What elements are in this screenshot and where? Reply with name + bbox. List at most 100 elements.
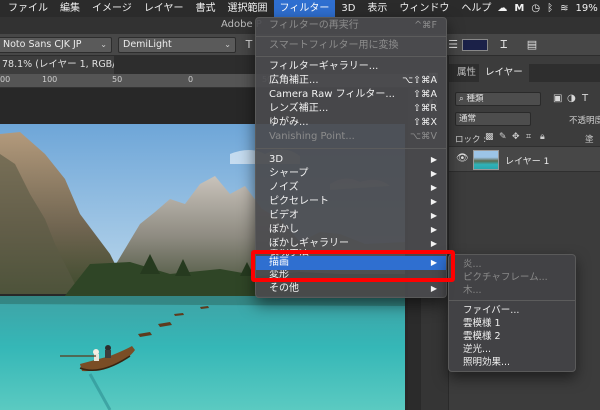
menu-layer[interactable]: レイヤー: [138, 0, 190, 17]
submenu-item-lighting-effects[interactable]: 照明効果...: [449, 356, 575, 369]
menu-item-other[interactable]: その他 ▶: [256, 282, 446, 296]
font-family-value: Noto Sans CJK JP: [3, 39, 82, 50]
submenu-item-tree[interactable]: 木...: [449, 284, 575, 297]
menu-item-blur[interactable]: ぼかし ▶: [256, 223, 446, 237]
menu-item-label: フィルターギャラリー...: [269, 61, 379, 72]
menu-item-label: 3D: [269, 154, 284, 165]
menu-item-video[interactable]: ビデオ ▶: [256, 209, 446, 223]
menu-item-label: ノイズ: [269, 182, 299, 193]
layer-row[interactable]: 👁︎ レイヤー 1: [449, 146, 600, 172]
menu-item-pixelate[interactable]: ピクセレート ▶: [256, 195, 446, 209]
lock-artboard-icon[interactable]: ⌗: [526, 132, 531, 142]
submenu-item-label: 雲模様 2: [463, 331, 501, 342]
menu-item-sharpen[interactable]: シャープ ▶: [256, 167, 446, 181]
lock-paint-icon[interactable]: ✎: [499, 132, 507, 142]
chevron-down-icon: ⌄: [100, 40, 107, 49]
menu-item-label: ぼかし: [269, 224, 299, 235]
menu-separator: [256, 148, 446, 149]
text-color-swatch[interactable]: [462, 39, 488, 51]
menu-item-vanishing-point[interactable]: Vanishing Point... ⌥⌘V: [256, 130, 446, 144]
menu-item-label: Vanishing Point...: [269, 131, 355, 142]
bluetooth-icon[interactable]: ᛒ: [547, 0, 553, 17]
menu-item-label: ゆがみ...: [269, 117, 309, 128]
shortcut-label: ⌥⇧⌘A: [402, 75, 437, 86]
submenu-item-fibers[interactable]: ファイバー...: [449, 304, 575, 317]
menu-item-rerun-filter[interactable]: フィルターの再実行 ^⌘F: [256, 19, 446, 33]
menu-item-noise[interactable]: ノイズ ▶: [256, 181, 446, 195]
filter-image-icon[interactable]: ▣: [553, 93, 562, 104]
blend-mode-value: 通常: [459, 114, 477, 124]
lock-move-icon[interactable]: ✥: [512, 132, 520, 142]
filter-type-icon[interactable]: T: [582, 93, 588, 104]
filter-adjustment-icon[interactable]: ◑: [567, 93, 576, 104]
document-tab-label: 78.1% (レイヤー 1, RGB/8*): [2, 59, 114, 70]
tab-layers[interactable]: レイヤー: [479, 64, 529, 82]
cloud-icon[interactable]: ☁: [497, 0, 507, 17]
submenu-item-label: 炎...: [463, 259, 482, 270]
submenu-item-difference-clouds[interactable]: 雲模様 2: [449, 330, 575, 343]
submenu-arrow-icon: ▶: [430, 197, 437, 206]
submenu-item-label: 照明効果...: [463, 357, 511, 368]
submenu-item-lens-flare[interactable]: 逆光...: [449, 343, 575, 356]
menu-edit[interactable]: 編集: [54, 0, 86, 17]
submenu-arrow-icon: ▶: [430, 211, 437, 220]
menu-image[interactable]: イメージ: [86, 0, 138, 17]
menu-item-liquify[interactable]: ゆがみ... ⇧⌘X: [256, 116, 446, 130]
tab-properties[interactable]: 属性: [451, 64, 482, 82]
ruler-tick: 00: [0, 75, 11, 84]
menu-item-3d[interactable]: 3D ▶: [256, 153, 446, 167]
menu-separator: [256, 36, 446, 37]
submenu-item-flame[interactable]: 炎...: [449, 258, 575, 271]
shortcut-label: ⇧⌘A: [413, 89, 437, 100]
menu-file[interactable]: ファイル: [0, 0, 54, 17]
font-style-value: DemiLight: [123, 39, 172, 50]
menu-view[interactable]: 表示: [361, 0, 393, 17]
layer-thumbnail: [473, 150, 499, 170]
submenu-item-picture-frame[interactable]: ピクチャフレーム...: [449, 271, 575, 284]
submenu-item-clouds[interactable]: 雲模様 1: [449, 317, 575, 330]
submenu-item-label: 雲模様 1: [463, 318, 501, 329]
menu-help[interactable]: ヘルプ: [455, 0, 497, 17]
menu-type[interactable]: 書式: [190, 0, 222, 17]
font-style-select[interactable]: DemiLight ⌄: [118, 37, 236, 53]
shortcut-label: ^⌘F: [414, 20, 437, 31]
submenu-arrow-icon: ▶: [430, 225, 437, 234]
wifi-icon[interactable]: ≋: [560, 0, 568, 17]
submenu-arrow-icon: ▶: [430, 155, 437, 164]
shortcut-label: ⇧⌘X: [413, 117, 437, 128]
warp-text-icon[interactable]: Ꮖ: [497, 38, 511, 52]
lock-transparent-icon[interactable]: ▩: [485, 132, 494, 142]
m-logo-icon[interactable]: M: [514, 0, 524, 17]
clock-icon[interactable]: ◷: [531, 0, 540, 17]
lock-label: ロック :: [455, 135, 487, 145]
character-panel-icon[interactable]: ▤: [525, 38, 539, 52]
menu-window[interactable]: ウィンドウ: [393, 0, 455, 17]
menu-select[interactable]: 選択範囲: [222, 0, 274, 17]
font-family-select[interactable]: Noto Sans CJK JP ⌄: [0, 37, 112, 53]
submenu-item-label: ピクチャフレーム...: [463, 272, 548, 283]
submenu-arrow-icon: ▶: [430, 183, 437, 192]
layer-name[interactable]: レイヤー 1: [505, 154, 549, 167]
menu-item-convert-smart-filter[interactable]: スマートフィルター用に変換: [256, 39, 446, 53]
highlight-annotation-box: [251, 250, 455, 282]
menu-item-camera-raw-filter[interactable]: Camera Raw フィルター... ⇧⌘A: [256, 88, 446, 102]
blend-mode-select[interactable]: 通常: [455, 112, 531, 126]
font-size-icon[interactable]: T: [242, 38, 256, 52]
menu-item-label: ビデオ: [269, 210, 299, 221]
menu-3d[interactable]: 3D: [335, 0, 361, 17]
menu-item-filter-gallery[interactable]: フィルターギャラリー...: [256, 60, 446, 74]
submenu-item-label: ファイバー...: [463, 305, 520, 316]
lock-all-icon[interactable]: 🔒︎: [540, 132, 545, 142]
layer-filter-select[interactable]: ⌕ 種類: [455, 92, 541, 106]
align-right-icon[interactable]: ☰: [446, 38, 460, 52]
render-submenu: 炎... ピクチャフレーム... 木... ファイバー... 雲模様 1 雲模様…: [448, 254, 576, 372]
menu-item-lens-correction[interactable]: レンズ補正... ⇧⌘R: [256, 102, 446, 116]
menu-filter[interactable]: フィルター: [273, 0, 336, 17]
menu-item-adaptive-wide-angle[interactable]: 広角補正... ⌥⇧⌘A: [256, 74, 446, 88]
menu-item-label: 広角補正...: [269, 75, 319, 86]
battery-percent[interactable]: 19%: [575, 0, 597, 17]
visibility-eye-icon[interactable]: 👁︎: [456, 153, 469, 164]
ruler-tick: 100: [42, 75, 58, 84]
document-tab[interactable]: 78.1% (レイヤー 1, RGB/8*): [0, 56, 114, 74]
menu-item-label: スマートフィルター用に変換: [269, 40, 399, 51]
